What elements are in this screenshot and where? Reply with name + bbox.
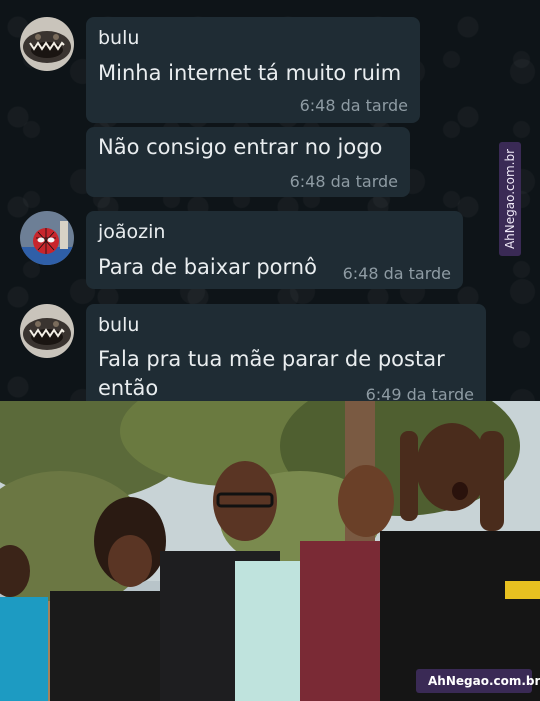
message-bubble[interactable]: joãozin Para de baixar pornô 6:48 da tar…	[86, 211, 463, 289]
avatar-bulu[interactable]	[20, 17, 74, 71]
message-bubble[interactable]: bulu Fala pra tua mãe parar de postar en…	[86, 304, 486, 401]
sender-name: bulu	[98, 27, 140, 49]
message-time: 6:48 da tarde	[299, 96, 408, 115]
message-bubble[interactable]: Não consigo entrar no jogo 6:48 da tarde	[86, 127, 410, 197]
watermark-side: AhNegao.com.br	[499, 142, 521, 256]
message-text: Para de baixar pornô	[98, 255, 317, 279]
watermark-badge-text: AhNegao.com.br	[428, 674, 540, 688]
avatar-joaozin[interactable]	[20, 211, 74, 265]
reaction-photo-illustration	[0, 401, 540, 701]
message-time: 6:48 da tarde	[289, 172, 398, 191]
sender-name: joãozin	[98, 221, 166, 243]
chat-screenshot: bulu Minha internet tá muito ruim 6:48 d…	[0, 0, 540, 401]
reaction-photo: AhNegao.com.br	[0, 401, 540, 701]
message-time: 6:48 da tarde	[342, 264, 451, 283]
sender-name: bulu	[98, 314, 140, 336]
watermark-side-text: AhNegao.com.br	[503, 148, 517, 250]
message-bubble[interactable]: bulu Minha internet tá muito ruim 6:48 d…	[86, 17, 420, 123]
message-text: Não consigo entrar no jogo	[98, 135, 383, 159]
message-text: Minha internet tá muito ruim	[98, 61, 402, 85]
watermark-badge: AhNegao.com.br	[416, 669, 540, 693]
message-text-line-1: Fala pra tua mãe parar de postar	[98, 347, 445, 371]
message-time: 6:49 da tarde	[365, 385, 474, 401]
message-text-line-2: então	[98, 376, 159, 400]
avatar-bulu[interactable]	[20, 304, 74, 358]
